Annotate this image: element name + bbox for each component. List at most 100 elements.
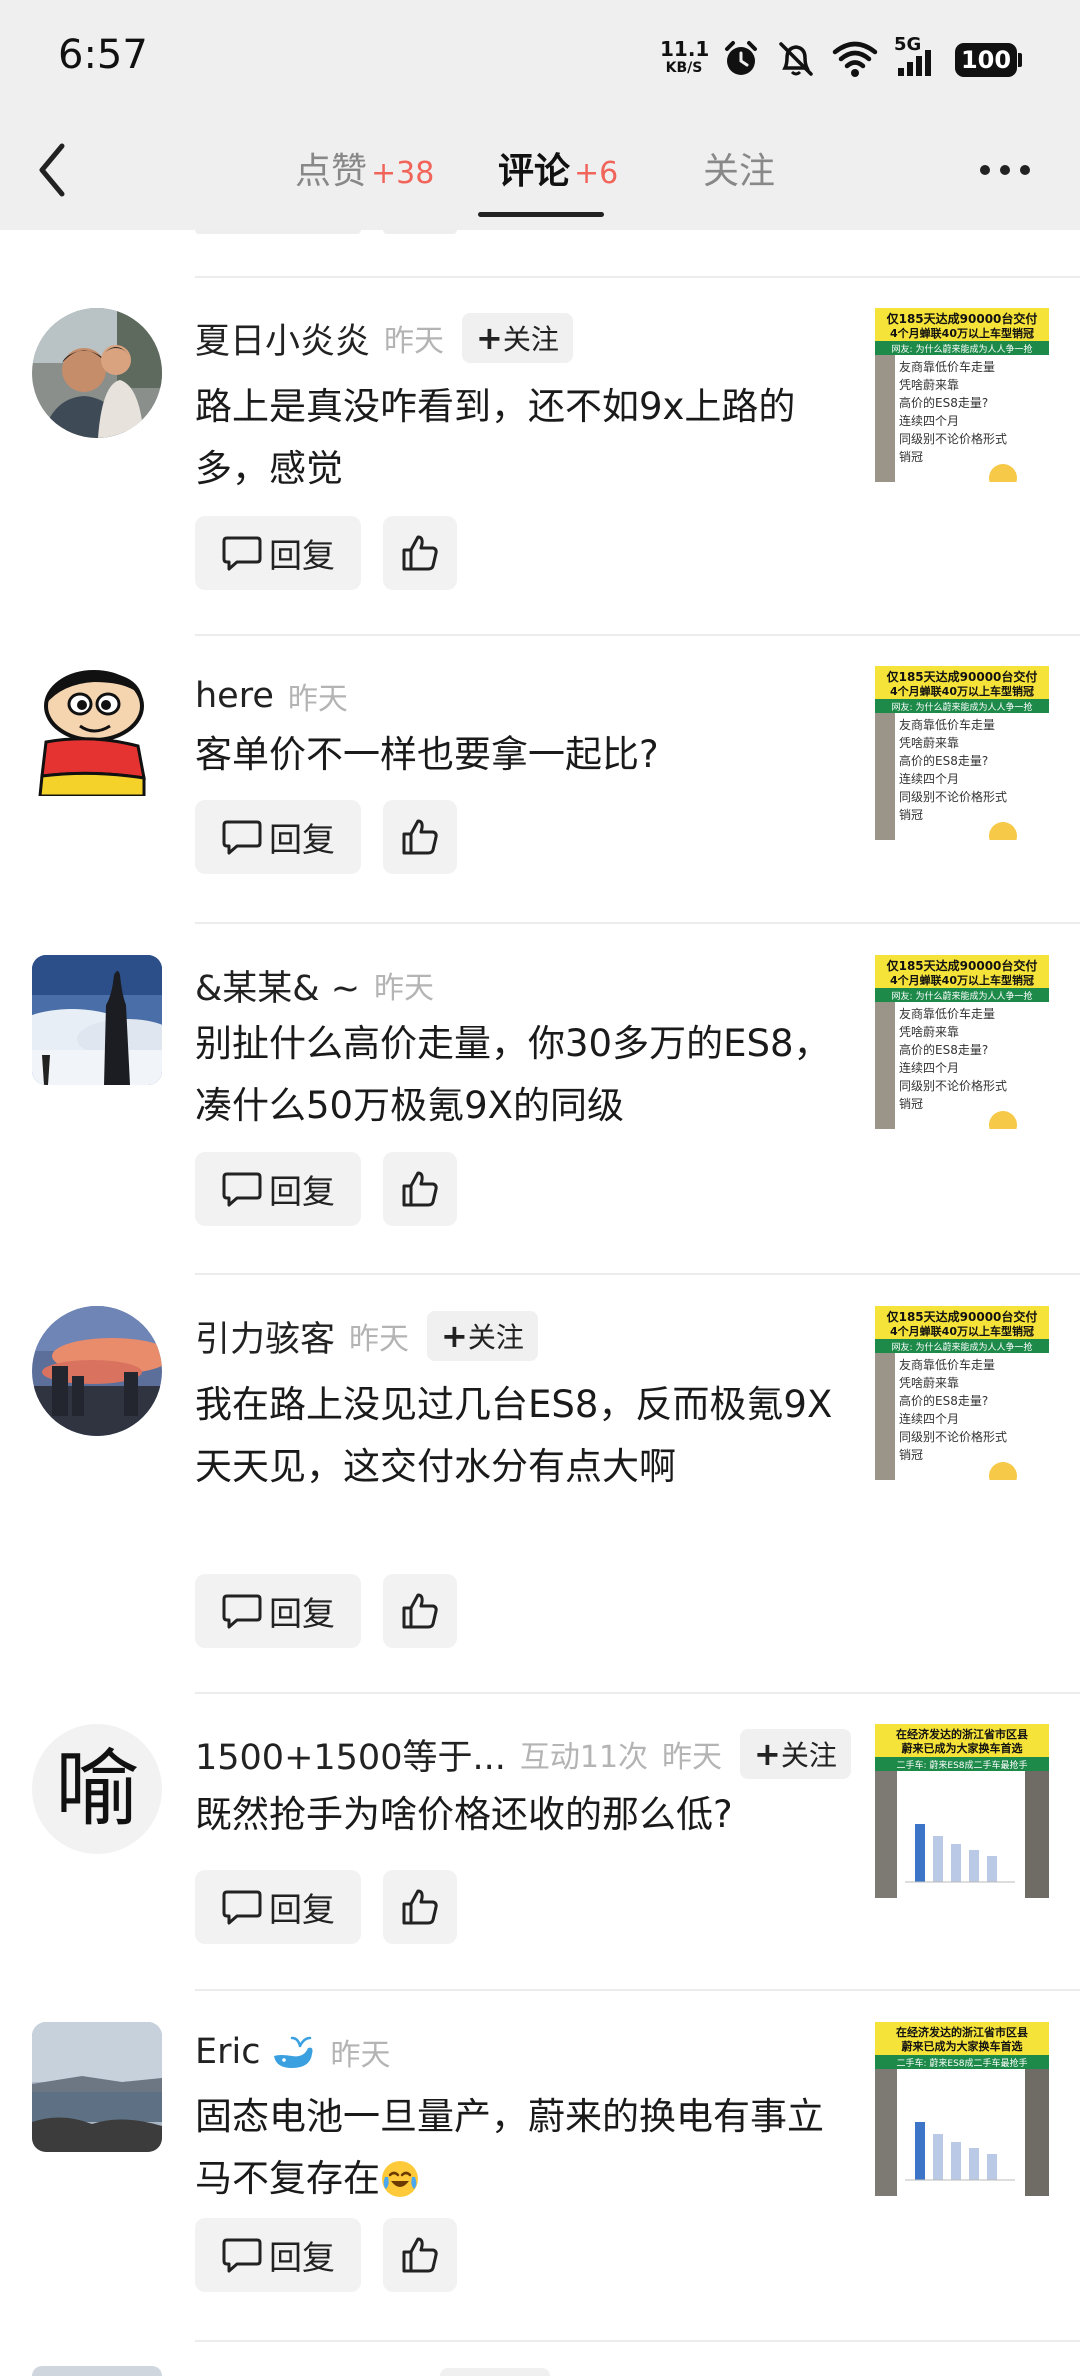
post-thumbnail[interactable]: 仅185天达成90000台交付 4个月蝉联40万以上车型销冠 网友: 为什么蔚来… <box>875 666 1049 840</box>
username[interactable]: 1500+1500等于... <box>195 1729 506 1780</box>
post-thumbnail[interactable]: 仅185天达成90000台交付 4个月蝉联40万以上车型销冠 网友: 为什么蔚来… <box>875 1306 1049 1480</box>
thumbnail-line: 同级别不论价格形式 <box>899 1429 1007 1444</box>
reply-button[interactable]: 回复 <box>195 1152 361 1226</box>
username[interactable]: here <box>195 676 274 716</box>
thumbnail-line: 高价的ES8走量? <box>899 1393 988 1408</box>
comment-time: 昨天 <box>662 1740 723 1775</box>
thumbnail-subtitle: 4个月蝉联40万以上车型销冠 <box>890 1324 1034 1338</box>
reply-button-label: 回复 <box>269 536 335 575</box>
comment-text: 路上是真没咋看到，还不如9x上路的多，感觉 <box>195 385 796 490</box>
avatar[interactable] <box>32 308 162 438</box>
next-comment-avatar-edge <box>32 2366 162 2376</box>
username[interactable]: 夏日小炎炎 <box>195 313 370 364</box>
follow-button-label: 关注 <box>780 1739 837 1772</box>
follow-button-label: 关注 <box>502 323 559 356</box>
comment-time: 昨天 <box>330 2038 391 2073</box>
thumbnail-line: 高价的ES8走量? <box>899 753 988 768</box>
tab-follows[interactable]: 关注 <box>703 142 775 194</box>
username[interactable]: 引力骇客 <box>195 1311 335 1362</box>
thumbnail-line: 同级别不论价格形式 <box>899 789 1007 804</box>
thumbnail-line: 销冠 <box>899 450 923 464</box>
network-speed-value: 11.1 <box>660 37 710 61</box>
username[interactable]: Eric <box>195 2032 260 2072</box>
avatar[interactable] <box>32 955 162 1085</box>
thumbnail-line: 凭啥蔚来靠 <box>899 735 959 750</box>
thumbnail-line: 连续四个月 <box>899 413 959 428</box>
thumbnail-subtitle: 4个月蝉联40万以上车型销冠 <box>890 326 1034 340</box>
tab-comments-label: 评论 <box>498 151 571 192</box>
post-thumbnail[interactable]: 仅185天达成90000台交付 4个月蝉联40万以上车型销冠 网友: 为什么蔚来… <box>875 955 1049 1129</box>
post-thumbnail[interactable]: 在经济发达的浙江省市区县 蔚来已成为大家换车首选 二手车: 蔚来ES8成二手车最… <box>875 2022 1049 2196</box>
thumbnail-title: 在经济发达的浙江省市区县 <box>896 2025 1028 2039</box>
post-thumbnail[interactable]: 在经济发达的浙江省市区县 蔚来已成为大家换车首选 二手车: 蔚来ES8成二手车最… <box>875 1724 1049 1898</box>
avatar[interactable] <box>32 666 162 796</box>
divider <box>195 1692 1080 1694</box>
speech-bubble-icon <box>222 1594 262 1629</box>
more-options-icon[interactable] <box>980 163 1030 179</box>
like-button[interactable] <box>383 2218 457 2292</box>
follow-button[interactable]: +关注 <box>462 313 573 363</box>
battery-level: 100 <box>955 43 1017 77</box>
follow-button[interactable]: +关注 <box>427 1311 538 1361</box>
comment-header: Eric 昨天 <box>195 2022 390 2082</box>
comment-actions: 回复 <box>195 1870 457 1944</box>
like-button[interactable] <box>383 1870 457 1944</box>
comment-time: 昨天 <box>384 324 445 359</box>
thumbnail-line: 凭啥蔚来靠 <box>899 377 959 392</box>
like-button[interactable] <box>383 516 457 590</box>
status-time: 6:57 <box>58 32 148 78</box>
mute-bell-icon <box>779 42 813 76</box>
speech-bubble-icon <box>222 1172 262 1207</box>
thumbnail-line: 友商靠低价车走量 <box>899 1357 995 1372</box>
avatar[interactable] <box>32 2022 162 2152</box>
reply-button[interactable]: 回复 <box>195 1574 361 1648</box>
reply-button[interactable]: 回复 <box>195 516 361 590</box>
username[interactable]: &某某& ~ <box>195 960 360 1011</box>
comment-text: 别扯什么高价走量，你30多万的ES8，凑什么50万极氪9X的同级 <box>195 1022 831 1127</box>
comment-actions: 回复 <box>195 1574 457 1648</box>
network-speed: 11.1 KB/S <box>660 37 710 78</box>
comment-actions: 回复 <box>195 2218 457 2292</box>
thumbnail-line: 同级别不论价格形式 <box>899 1078 1007 1093</box>
reply-button-label: 回复 <box>269 2238 335 2277</box>
comment-text: 既然抢手为啥价格还收的那么低? <box>195 1793 733 1836</box>
thumbnail-banner: 二手车: 蔚来ES8成二手车最抢手 <box>896 2057 1027 2069</box>
reply-button-label: 回复 <box>269 1890 335 1929</box>
reply-button[interactable]: 回复 <box>195 1870 361 1944</box>
thumbnail-banner: 网友: 为什么蔚来能成为人人争一抢 <box>892 343 1033 355</box>
back-arrow-icon[interactable] <box>34 140 70 200</box>
follow-button[interactable]: +关注 <box>740 1729 851 1779</box>
thumbnail-line: 销冠 <box>899 1448 923 1462</box>
like-button[interactable] <box>383 800 457 874</box>
next-follow-button-edge <box>440 2368 550 2376</box>
thumbnail-line: 友商靠低价车走量 <box>899 359 995 374</box>
thumbnail-line: 连续四个月 <box>899 1411 959 1426</box>
reply-button[interactable]: 回复 <box>195 2218 361 2292</box>
avatar[interactable] <box>32 1306 162 1436</box>
comment-text: 我在路上没见过几台ES8，反而极氪9X天天见，这交付水分有点大啊 <box>195 1383 833 1488</box>
comment-actions: 回复 <box>195 1152 457 1226</box>
battery-tip <box>1018 53 1022 67</box>
thumbnail-title: 仅185天达成90000台交付 <box>886 958 1038 973</box>
speech-bubble-icon <box>222 1890 262 1925</box>
divider <box>195 276 1080 278</box>
divider <box>195 922 1080 924</box>
post-thumbnail[interactable]: 仅185天达成90000台交付 4个月蝉联40万以上车型销冠 网友: 为什么蔚来… <box>875 308 1049 482</box>
reply-button-label: 回复 <box>269 820 335 859</box>
tab-likes[interactable]: 点赞 +38 <box>295 142 434 194</box>
like-button[interactable] <box>383 1152 457 1226</box>
like-button[interactable] <box>383 1574 457 1648</box>
comment-header: 夏日小炎炎 昨天 +关注 <box>195 308 573 368</box>
thumbnail-subtitle: 蔚来已成为大家换车首选 <box>902 1741 1023 1755</box>
tab-comments[interactable]: 评论 +6 <box>498 142 618 194</box>
thumbnail-banner: 网友: 为什么蔚来能成为人人争一抢 <box>892 990 1033 1002</box>
avatar[interactable]: 喻 <box>32 1724 162 1854</box>
thumbnail-title: 仅185天达成90000台交付 <box>886 669 1038 684</box>
alarm-icon <box>725 41 757 75</box>
reply-button[interactable]: 回复 <box>195 800 361 874</box>
reply-button-label: 回复 <box>269 1594 335 1633</box>
comment-time: 昨天 <box>287 682 348 717</box>
divider <box>195 634 1080 636</box>
interaction-count: 互动11次 <box>519 1740 649 1775</box>
network-speed-unit: KB/S <box>665 60 703 76</box>
